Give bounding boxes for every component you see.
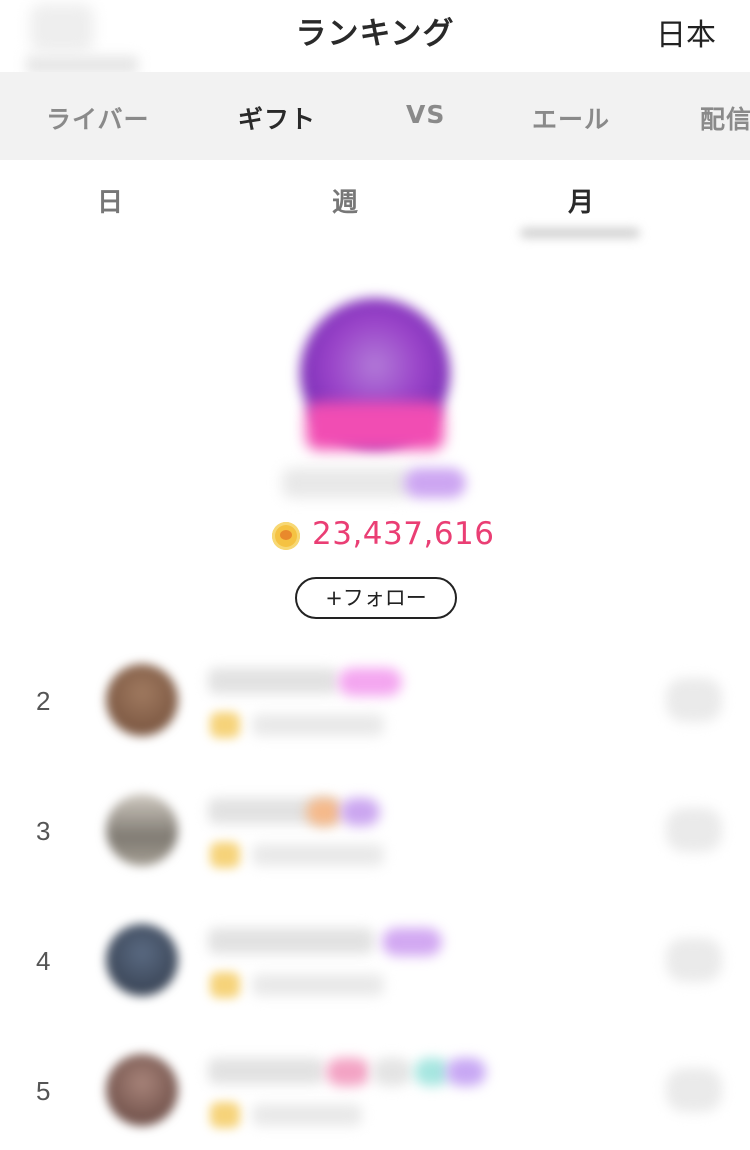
user-avatar[interactable] <box>106 664 178 736</box>
follow-icon-button[interactable] <box>666 1068 722 1112</box>
user-badge <box>306 798 342 826</box>
user-name <box>208 668 338 694</box>
user-badge <box>446 1058 486 1086</box>
follow-button[interactable]: +フォロー <box>295 577 457 619</box>
tab-stream[interactable]: 配信 <box>700 100 750 136</box>
user-points <box>252 844 384 866</box>
user-badge <box>338 668 402 696</box>
user-avatar[interactable] <box>106 794 178 866</box>
user-avatar[interactable] <box>106 1054 178 1126</box>
user-points <box>252 974 384 996</box>
coin-icon <box>210 842 240 868</box>
tab-gift[interactable]: ギフト <box>238 100 316 136</box>
category-tab-bar: ライバー ギフト VS エール 配信 <box>0 72 750 160</box>
top-bar: ランキング 日本 <box>0 0 750 74</box>
tab-liver[interactable]: ライバー <box>46 100 150 136</box>
page-title: ランキング <box>295 16 455 52</box>
coin-icon <box>210 1102 240 1128</box>
rank-number: 2 <box>36 686 51 716</box>
rank-number: 3 <box>36 816 51 846</box>
user-badge <box>340 798 380 826</box>
ranking-row[interactable]: 3 <box>0 780 750 890</box>
ranking-row[interactable]: 4 <box>0 910 750 1020</box>
user-name <box>208 928 374 954</box>
user-badge <box>372 1058 412 1086</box>
top-user-points: 23,437,616 <box>312 516 495 552</box>
tab-vs[interactable]: VS <box>406 100 445 129</box>
follow-icon-button[interactable] <box>666 938 722 982</box>
region-selector[interactable]: 日本 <box>656 10 716 54</box>
user-avatar[interactable] <box>106 924 178 996</box>
user-name <box>208 1058 324 1084</box>
user-points <box>252 714 384 736</box>
tab-month[interactable]: 月 <box>541 182 621 219</box>
ranking-row[interactable]: 2 <box>0 650 750 760</box>
top-user-name <box>282 468 412 498</box>
ranking-row[interactable]: 5 <box>0 1040 750 1150</box>
follow-icon-button[interactable] <box>666 678 722 722</box>
tab-week[interactable]: 週 <box>305 182 385 219</box>
coin-icon <box>272 522 300 550</box>
coin-icon <box>210 712 240 738</box>
coin-icon <box>210 972 240 998</box>
user-badge <box>382 928 442 956</box>
follow-icon-button[interactable] <box>666 808 722 852</box>
rank-number: 4 <box>36 946 51 976</box>
user-badge <box>326 1058 370 1086</box>
tab-yell[interactable]: エール <box>532 100 610 136</box>
top-rank-ribbon <box>306 402 444 450</box>
rank-number: 5 <box>36 1076 51 1106</box>
user-points <box>252 1104 362 1126</box>
tab-day[interactable]: 日 <box>70 182 150 219</box>
user-badge <box>414 1058 450 1086</box>
period-tab-bar: 日 週 月 <box>0 160 750 240</box>
active-tab-indicator <box>520 228 640 238</box>
top-user-badge <box>404 468 466 498</box>
